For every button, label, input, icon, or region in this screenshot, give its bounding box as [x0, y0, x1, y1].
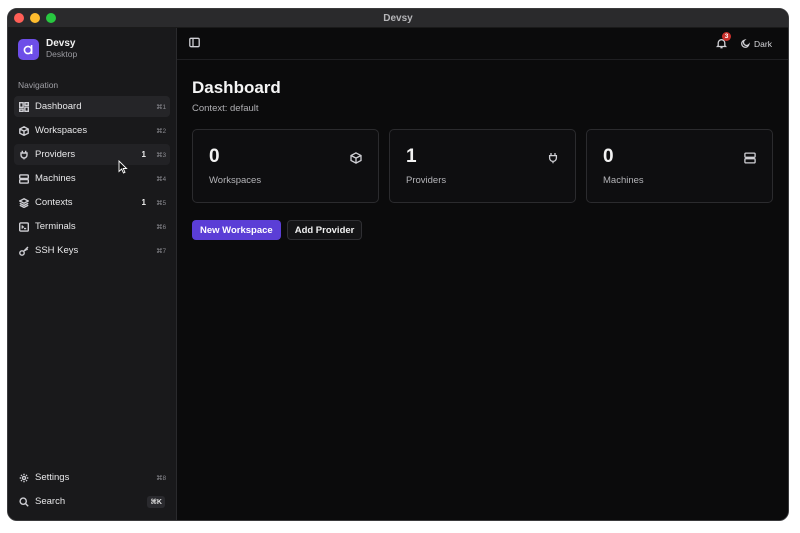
search-shortcut-key: ⌘K [147, 495, 165, 508]
mouse-cursor-icon [118, 160, 128, 174]
shortcut-hint: ⌘6 [156, 223, 167, 231]
shortcut-hint: ⌘5 [156, 199, 167, 207]
sidebar: Devsy Desktop Navigation Dashboard ⌘1 Wo… [8, 28, 177, 520]
server-icon [744, 151, 756, 169]
top-bar: 3 Dark [177, 28, 788, 60]
sidebar-item-search[interactable]: Search ⌘K [14, 491, 170, 512]
key-icon [19, 246, 29, 256]
workspaces-stat-card[interactable]: 0 Workspaces [192, 129, 379, 203]
devsy-logo-icon [18, 38, 39, 60]
server-icon [19, 173, 29, 184]
sidebar-item-label: SSH Keys [35, 245, 79, 256]
context-label: Context: default [192, 103, 259, 114]
stat-label: Providers [406, 175, 447, 186]
sidebar-item-label: Dashboard [35, 101, 82, 112]
gear-icon [19, 473, 29, 483]
shortcut-hint: ⌘8 [156, 474, 167, 482]
sidebar-item-label: Contexts [35, 197, 73, 208]
terminal-icon [19, 221, 29, 232]
notification-count-badge: 3 [722, 32, 732, 41]
sidebar-item-workspaces[interactable]: Workspaces ⌘2 [14, 120, 170, 141]
dashboard-icon [19, 101, 29, 112]
brand-name: Devsy [46, 38, 76, 49]
providers-count-badge: 1 [141, 150, 146, 159]
title-bar: Devsy [8, 9, 788, 28]
stat-value: 1 [406, 146, 417, 167]
shortcut-hint: ⌘2 [156, 127, 167, 135]
main-panel: 3 Dark Dashboard Context: default 0 Work… [177, 28, 788, 520]
stat-value: 0 [603, 146, 614, 167]
nav-heading: Navigation [18, 80, 59, 90]
machines-stat-card[interactable]: 0 Machines [586, 129, 773, 203]
layers-icon [19, 197, 29, 208]
page-title: Dashboard [192, 78, 281, 97]
sidebar-item-label: Search [35, 496, 66, 507]
sidebar-item-label: Settings [35, 472, 70, 483]
sidebar-item-label: Machines [35, 173, 76, 184]
stat-label: Workspaces [209, 175, 262, 186]
shortcut-hint: ⌘7 [156, 247, 167, 255]
plug-icon [19, 150, 29, 160]
cube-icon [19, 125, 29, 136]
sidebar-item-contexts[interactable]: Contexts 1 ⌘5 [14, 192, 170, 213]
sidebar-item-settings[interactable]: Settings ⌘8 [14, 467, 170, 488]
plug-icon [547, 151, 559, 169]
sidebar-item-label: Terminals [35, 221, 76, 232]
sidebar-item-ssh-keys[interactable]: SSH Keys ⌘7 [14, 240, 170, 261]
window-title: Devsy [383, 12, 413, 24]
toggle-sidebar-button[interactable] [189, 35, 200, 53]
stat-value: 0 [209, 146, 220, 167]
stat-label: Machines [603, 175, 644, 186]
theme-toggle-button[interactable]: Dark [741, 39, 772, 49]
shortcut-hint: ⌘3 [156, 151, 167, 159]
sidebar-item-dashboard[interactable]: Dashboard ⌘1 [14, 96, 170, 117]
shortcut-hint: ⌘4 [156, 175, 167, 183]
brand: Devsy Desktop [14, 37, 170, 61]
moon-icon [741, 39, 751, 48]
sidebar-item-label: Providers [35, 149, 76, 160]
shortcut-hint: ⌘1 [156, 103, 167, 111]
sidebar-toggle-icon [189, 37, 200, 47]
theme-label: Dark [754, 38, 772, 49]
cube-icon [350, 151, 362, 169]
brand-subtitle: Desktop [46, 49, 78, 59]
search-icon [19, 496, 29, 507]
sidebar-item-machines[interactable]: Machines ⌘4 [14, 168, 170, 189]
new-workspace-button[interactable]: New Workspace [192, 220, 281, 240]
providers-stat-card[interactable]: 1 Providers [389, 129, 576, 203]
sidebar-item-terminals[interactable]: Terminals ⌘6 [14, 216, 170, 237]
app-window: Devsy Devsy Desktop Navigation Dashboard… [7, 8, 789, 521]
add-provider-button[interactable]: Add Provider [286, 220, 363, 240]
sidebar-item-label: Workspaces [35, 125, 88, 136]
sidebar-item-providers[interactable]: Providers 1 ⌘3 [14, 144, 170, 165]
notifications-button[interactable]: 3 [716, 32, 732, 49]
contexts-count-badge: 1 [141, 198, 146, 207]
